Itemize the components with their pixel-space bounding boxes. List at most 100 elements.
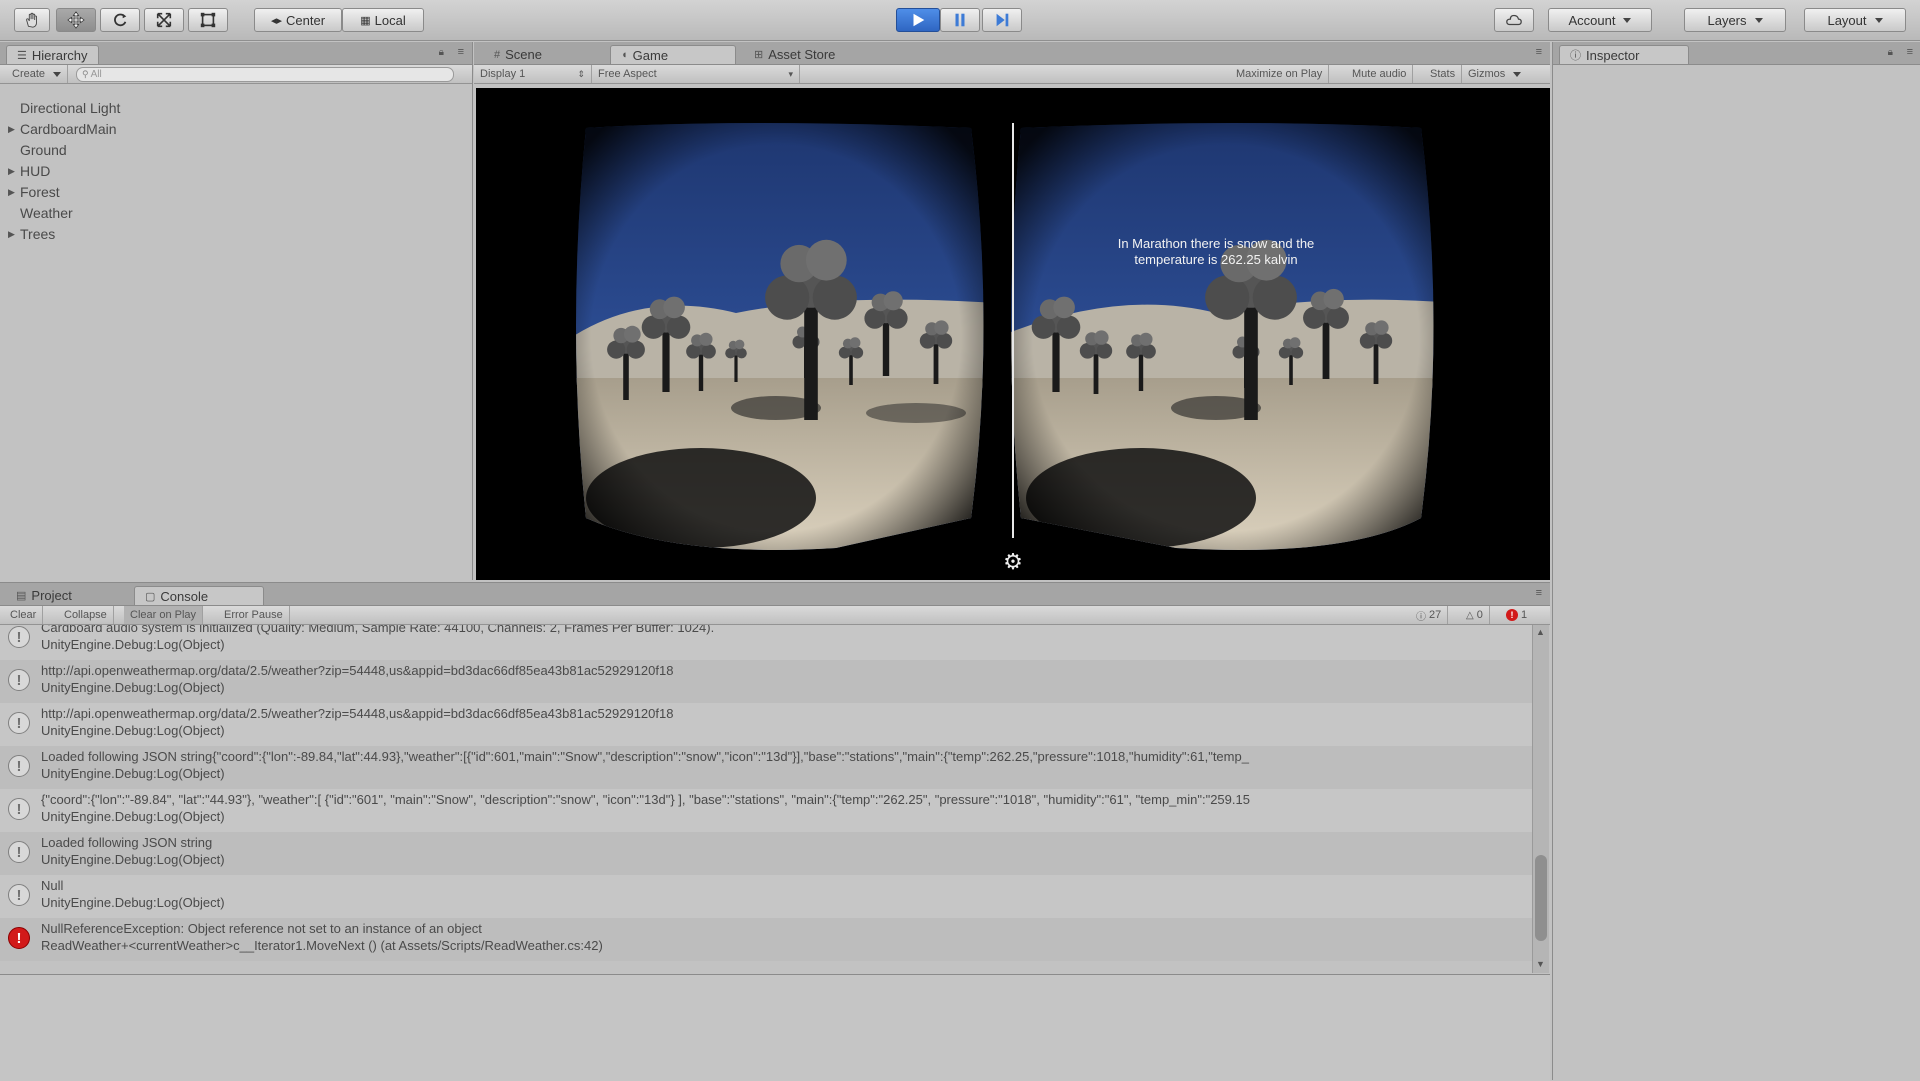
overlay-line-2: temperature is 262.25 kalvin: [1134, 252, 1298, 267]
console-scrollbar[interactable]: ▲ ▼: [1532, 625, 1549, 973]
inspector-lock-icon[interactable]: 🔒︎: [1888, 47, 1893, 58]
log-info-icon: !: [8, 669, 30, 691]
hierarchy-icon: ☰: [17, 49, 27, 62]
console-log-row[interactable]: ! Loaded following JSON string{"coord":{"…: [0, 746, 1538, 789]
hierarchy-item-label: HUD: [20, 163, 51, 179]
clear-label: Clear: [10, 609, 37, 621]
log-info-icon: !: [8, 884, 30, 906]
hand-tool-button[interactable]: [14, 8, 50, 32]
pivot-local-button[interactable]: ▦ Local: [342, 8, 424, 32]
pivot-icon: ◂▸: [270, 14, 282, 27]
scrollbar-thumb[interactable]: [1535, 855, 1547, 941]
tab-project[interactable]: ▤ Project: [6, 586, 82, 605]
left-eye-view: [576, 123, 984, 550]
stats-toggle[interactable]: Stats: [1424, 65, 1463, 83]
console-log-row[interactable]: ! Cardboard audio system is initialized (…: [0, 625, 1538, 660]
gizmos-dropdown[interactable]: Gizmos: [1462, 65, 1527, 83]
console-toolbar: Clear Collapse Clear on Play Error Pause…: [0, 606, 1550, 625]
play-icon: [913, 13, 925, 27]
error-count: 1: [1521, 609, 1528, 621]
maximize-on-play-toggle[interactable]: Maximize on Play: [1230, 65, 1330, 83]
create-dropdown[interactable]: Create: [6, 65, 69, 83]
overlay-line-1: In Marathon there is snow and the: [1117, 236, 1315, 251]
move-tool-button[interactable]: [56, 8, 96, 32]
pivot-center-label: Center: [286, 12, 326, 28]
hierarchy-item[interactable]: Ground: [8, 140, 67, 160]
display-dropdown[interactable]: Display 1 ⇕: [474, 65, 592, 83]
pause-icon: [955, 13, 965, 27]
game-view-bar: Display 1 ⇕ Free Aspect ▾ Maximize on Pl…: [474, 65, 1550, 84]
console-stacktrace: UnityEngine.Debug:Log(Object): [41, 680, 225, 695]
clear-on-play-toggle[interactable]: Clear on Play: [124, 606, 204, 624]
layout-dropdown[interactable]: Layout: [1804, 8, 1906, 32]
expand-triangle-icon[interactable]: ▶: [8, 124, 20, 135]
step-button[interactable]: [982, 8, 1022, 32]
display-label: Display 1: [480, 68, 526, 80]
console-detail-area: [0, 975, 1550, 1081]
tab-asset-store[interactable]: ⊞ Asset Store: [744, 45, 845, 64]
layers-dropdown[interactable]: Layers: [1684, 8, 1786, 32]
pivot-center-button[interactable]: ◂▸ Center: [254, 8, 342, 32]
search-icon: ⚲: [82, 69, 89, 79]
hierarchy-item[interactable]: ▶ Forest: [8, 182, 60, 202]
hierarchy-item[interactable]: ▶ CardboardMain: [8, 119, 117, 139]
right-eye-view: [1011, 123, 1434, 550]
console-message: Null: [41, 878, 64, 893]
expand-triangle-icon[interactable]: ▶: [8, 187, 20, 198]
collapse-toggle[interactable]: Collapse: [58, 606, 114, 624]
tab-inspector[interactable]: ⓘ Inspector: [1559, 45, 1689, 64]
console-message: Loaded following JSON string: [41, 835, 213, 850]
scroll-up-icon[interactable]: ▲: [1536, 627, 1545, 637]
settings-gear-icon[interactable]: ⚙: [1001, 550, 1025, 574]
aspect-dropdown[interactable]: Free Aspect ▾: [592, 65, 800, 83]
hierarchy-item[interactable]: Directional Light: [8, 98, 120, 118]
scroll-down-icon[interactable]: ▼: [1536, 959, 1545, 969]
error-filter-toggle[interactable]: ! 1: [1500, 606, 1533, 624]
rect-tool-button[interactable]: [188, 8, 228, 32]
hierarchy-search[interactable]: ⚲ All: [76, 67, 454, 82]
console-message: Cardboard audio system is initialized (Q…: [41, 625, 715, 635]
lock-icon[interactable]: 🔒︎: [439, 47, 444, 58]
hierarchy-item[interactable]: ▶ Trees: [8, 224, 55, 244]
log-filter-toggle[interactable]: ⓘ 27: [1410, 606, 1449, 624]
expand-triangle-icon[interactable]: ▶: [8, 229, 20, 240]
cloud-button[interactable]: [1494, 8, 1534, 32]
hierarchy-item[interactable]: Weather: [8, 203, 73, 223]
inspector-menu-icon[interactable]: ≡: [1907, 46, 1913, 58]
console-log-row[interactable]: ! http://api.openweathermap.org/data/2.5/…: [0, 703, 1538, 746]
tab-scene[interactable]: # Scene: [484, 45, 552, 64]
main-toolbar: ◂▸ Center ▦ Local Account Layers Layout: [0, 0, 1920, 41]
account-dropdown[interactable]: Account: [1548, 8, 1652, 32]
warning-filter-toggle[interactable]: △ 0: [1460, 606, 1490, 624]
expand-triangle-icon[interactable]: ▶: [8, 166, 20, 177]
tab-console[interactable]: ▢ Console: [134, 586, 264, 605]
pause-button[interactable]: [940, 8, 980, 32]
tab-game[interactable]: ◖ Game: [610, 45, 736, 64]
error-pause-label: Error Pause: [224, 609, 283, 621]
tab-hierarchy[interactable]: ☰ Hierarchy: [6, 45, 99, 64]
hierarchy-tab-label: Hierarchy: [31, 47, 88, 63]
error-pause-toggle[interactable]: Error Pause: [218, 606, 290, 624]
panel-menu-icon[interactable]: ≡: [458, 46, 464, 58]
mute-audio-toggle[interactable]: Mute audio: [1346, 65, 1414, 83]
game-viewport[interactable]: In Marathon there is snow and the temper…: [476, 88, 1550, 580]
console-panel-menu-icon[interactable]: ≡: [1536, 587, 1542, 599]
center-panel-menu-icon[interactable]: ≡: [1536, 46, 1542, 58]
console-log-list: ! Cardboard audio system is initialized (…: [0, 625, 1538, 973]
game-tab-label: Game: [632, 47, 669, 63]
play-button[interactable]: [896, 8, 940, 32]
hierarchy-item-label: Forest: [20, 184, 60, 200]
console-log-row[interactable]: ! Loaded following JSON string UnityEngine…: [0, 832, 1538, 875]
log-info-icon: !: [8, 755, 30, 777]
console-log-row[interactable]: ! {"coord":{"lon":"-89.84", "lat":"44.93"…: [0, 789, 1538, 832]
scale-tool-button[interactable]: [144, 8, 184, 32]
rotate-tool-button[interactable]: [100, 8, 140, 32]
console-log-row[interactable]: ! Null UnityEngine.Debug:Log(Object): [0, 875, 1538, 918]
step-icon: [996, 13, 1009, 27]
hierarchy-item[interactable]: ▶ HUD: [8, 161, 50, 181]
console-error-row[interactable]: ! NullReferenceException: Object referenc…: [0, 918, 1538, 961]
console-log-row[interactable]: ! http://api.openweathermap.org/data/2.5/…: [0, 660, 1538, 703]
inspector-tab-label: Inspector: [1586, 47, 1640, 63]
hierarchy-tabbar: ☰ Hierarchy 🔒︎ ≡: [0, 42, 472, 65]
clear-button[interactable]: Clear: [4, 606, 44, 624]
